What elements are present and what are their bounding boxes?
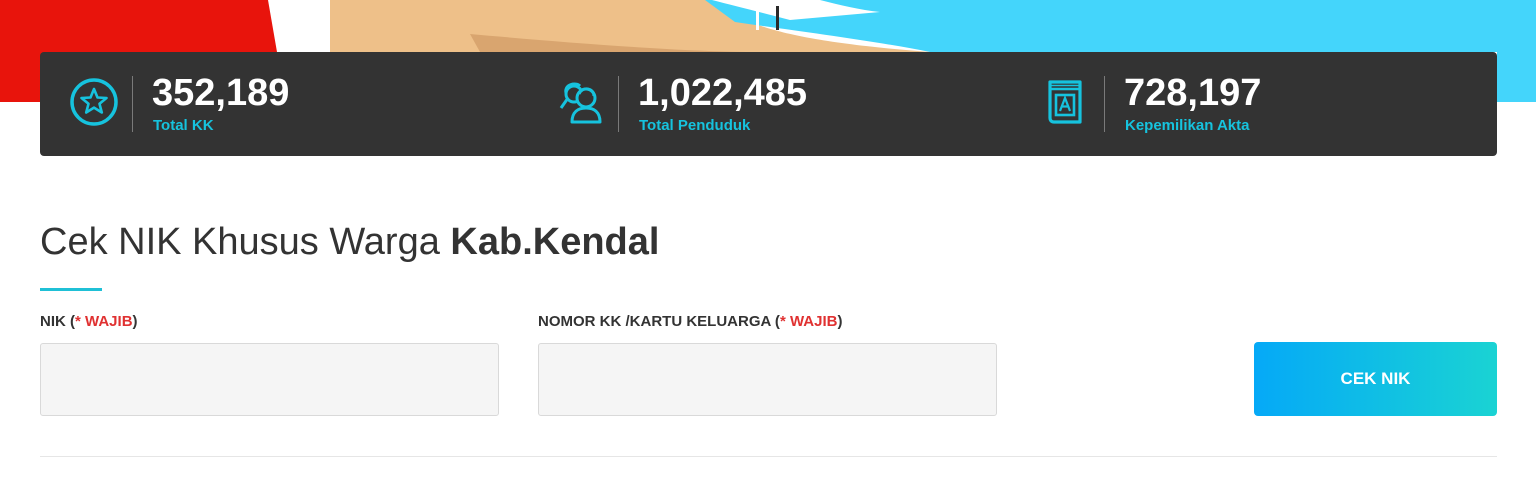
kk-label-close-paren: )	[837, 313, 843, 330]
nik-label-text: NIK	[40, 313, 66, 330]
star-badge-icon	[68, 76, 120, 128]
nik-label-open-paren: (	[65, 313, 76, 330]
page-title-prefix: Cek NIK Khusus Warga	[40, 221, 451, 263]
nik-label: NIK (* WAJIB)	[40, 313, 138, 330]
nik-required-marker: * WAJIB	[75, 313, 133, 330]
stat-value: 352,189	[152, 72, 290, 114]
people-icon	[554, 76, 606, 128]
page-title: Cek NIK Khusus Warga Kab.Kendal	[40, 218, 659, 266]
kk-required-marker: * WAJIB	[779, 313, 838, 330]
nik-label-close-paren: )	[132, 313, 138, 330]
stat-kepemilikan-akta: 728,197 Kepemilikan Akta	[1012, 52, 1497, 156]
stat-divider	[132, 76, 133, 132]
stat-label: Kepemilikan Akta	[1125, 117, 1250, 134]
stat-label: Total Penduduk	[639, 117, 751, 134]
kk-label: NOMOR KK /KARTU KELUARGA (* WAJIB)	[538, 313, 842, 330]
cek-nik-button[interactable]: CEK NIK	[1254, 342, 1497, 416]
stat-divider	[618, 76, 619, 132]
stat-value: 728,197	[1124, 72, 1262, 114]
section-divider	[40, 456, 1497, 457]
page-title-region: Kab.Kendal	[450, 221, 660, 263]
title-underline	[40, 288, 102, 291]
stat-label: Total KK	[153, 117, 214, 134]
stat-total-penduduk: 1,022,485 Total Penduduk	[526, 52, 1012, 156]
nik-input[interactable]	[40, 343, 499, 416]
stat-total-kk: 352,189 Total KK	[40, 52, 526, 156]
kk-label-text: NOMOR KK /KARTU KELUARGA	[538, 313, 771, 330]
stat-value: 1,022,485	[638, 72, 808, 114]
book-icon	[1040, 76, 1092, 128]
stats-bar: 352,189 Total KK 1,022,485 Total Pendudu…	[40, 52, 1497, 156]
stat-divider	[1104, 76, 1105, 132]
kk-label-open-paren: (	[770, 313, 780, 330]
kk-input[interactable]	[538, 343, 997, 416]
